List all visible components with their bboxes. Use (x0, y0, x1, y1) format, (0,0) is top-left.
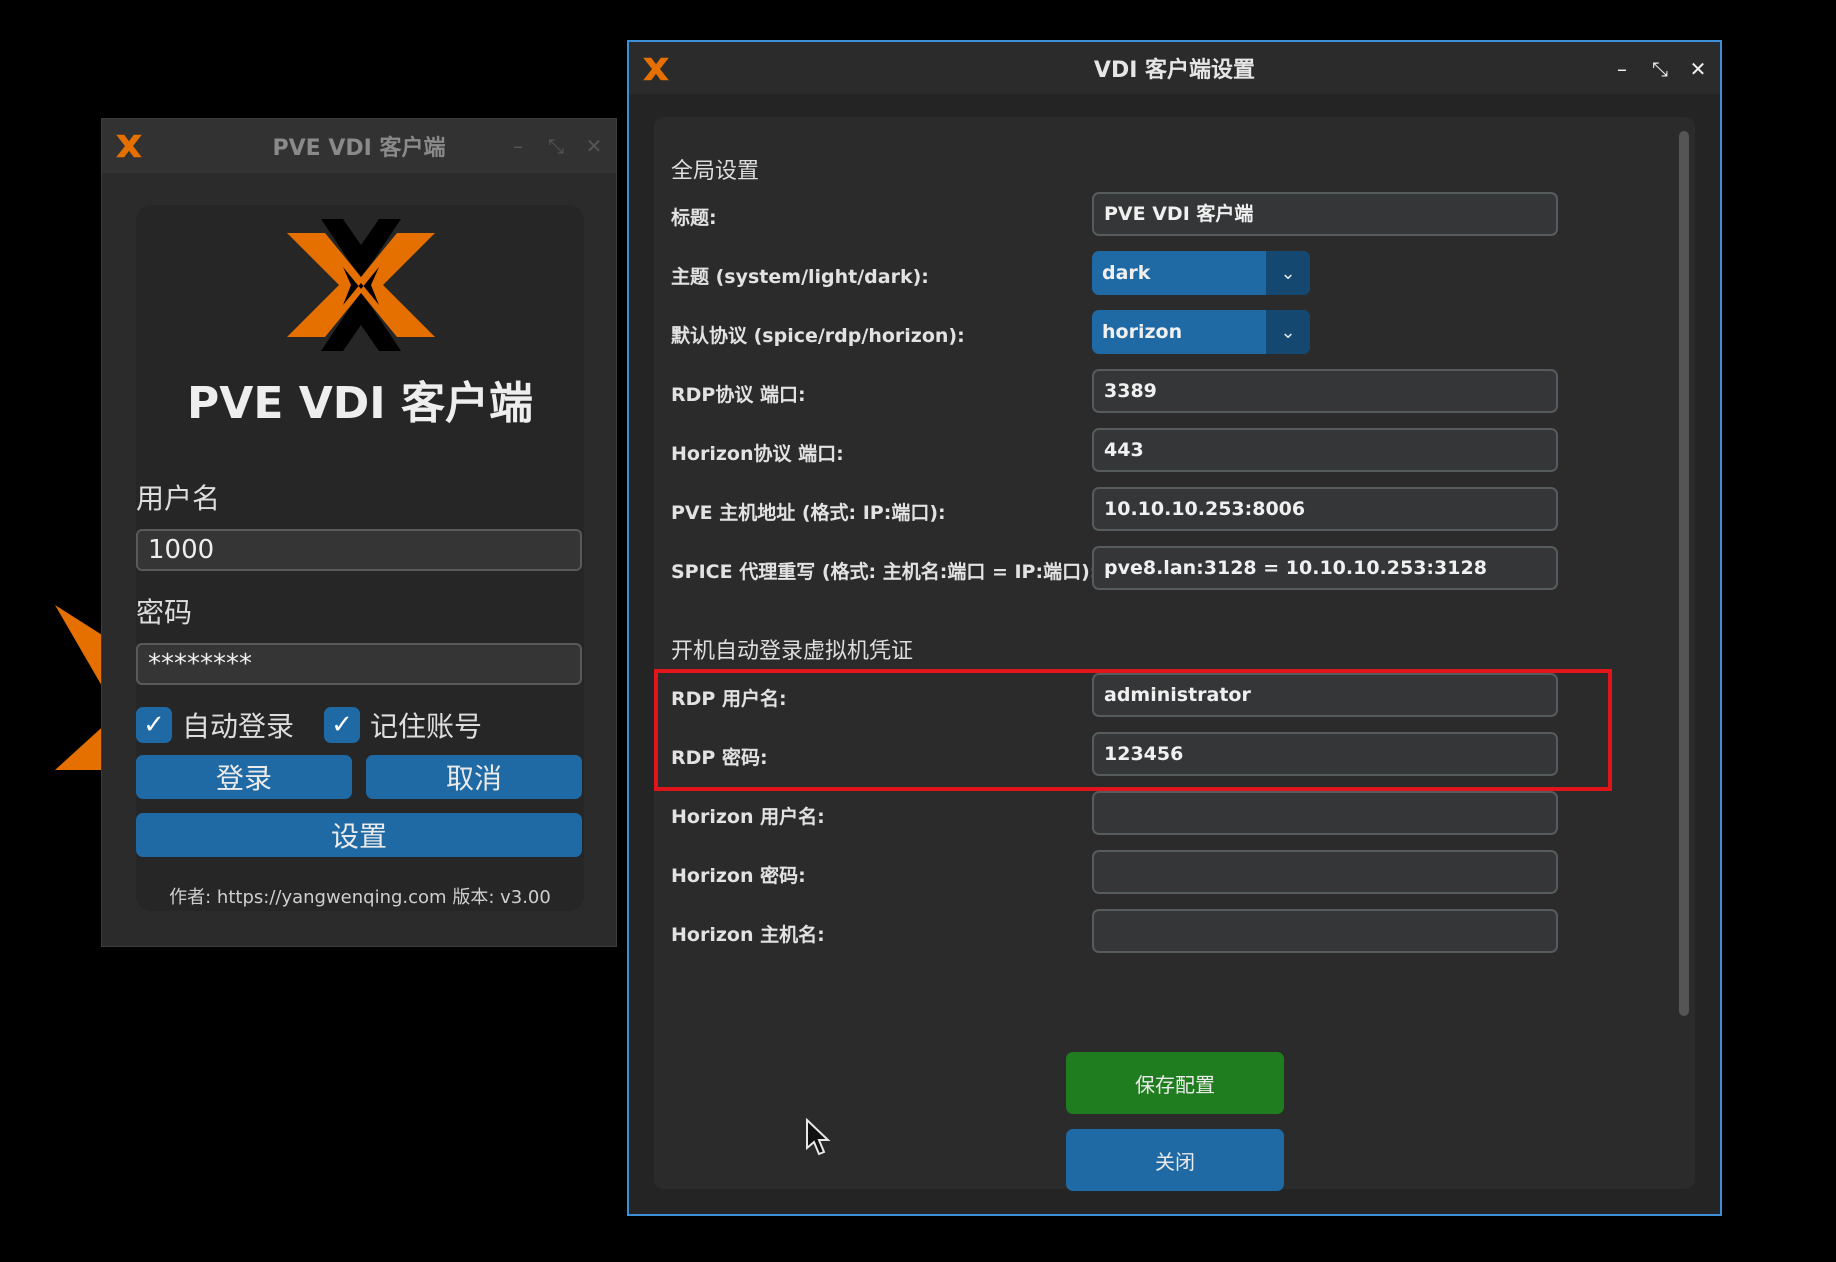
horizon-username-input[interactable] (1092, 791, 1558, 835)
settings-window-title: VDI 客户端设置 (1093, 58, 1256, 83)
horizon-port-input[interactable]: 443 (1092, 428, 1558, 472)
pve-host-label: PVE 主机地址 (格式: IP:端口): (671, 502, 946, 524)
rdp-username-input[interactable]: administrator (1092, 673, 1558, 717)
spice-proxy-input[interactable]: pve8.lan:3128 = 10.10.10.253:3128 (1092, 546, 1558, 590)
spice-proxy-label: SPICE 代理重写 (格式: 主机名:端口 = IP:端口): (671, 561, 1098, 583)
theme-dropdown-value: dark (1102, 262, 1151, 284)
title-input[interactable]: PVE VDI 客户端 (1092, 192, 1558, 236)
author-version-text: 作者: https://yangwenqing.com 版本: v3.00 (169, 887, 551, 908)
rdp-username-label: RDP 用户名: (671, 688, 787, 710)
restore-button[interactable]: ⤡ (1646, 55, 1674, 83)
rdp-port-input[interactable]: 3389 (1092, 369, 1558, 413)
close-button[interactable]: ✕ (1684, 55, 1712, 83)
login-button[interactable]: 登录 (136, 755, 352, 799)
cancel-button[interactable]: 取消 (366, 755, 582, 799)
settings-button[interactable]: 设置 (136, 813, 582, 857)
remember-account-checkbox[interactable]: ✓ (324, 707, 361, 743)
title-label: 标题: (671, 207, 717, 229)
login-card: PVE VDI 客户端 用户名 1000 密码 ******** ✓ 自动登录 … (136, 205, 584, 911)
protocol-label: 默认协议 (spice/rdp/horizon): (671, 325, 965, 347)
username-input[interactable]: 1000 (136, 529, 582, 571)
settings-window: VDI 客户端设置 – ⤡ ✕ 全局设置 标题: PVE VDI 客户端 主题 … (627, 40, 1722, 1216)
password-input[interactable]: ******** (136, 643, 582, 685)
close-button[interactable]: ✕ (580, 132, 608, 160)
theme-dropdown[interactable]: dark ⌄ (1092, 251, 1310, 295)
minimize-button[interactable]: – (504, 132, 532, 160)
settings-scroll-panel: 全局设置 标题: PVE VDI 客户端 主题 (system/light/da… (654, 117, 1695, 1191)
remember-account-label: 记住账号 (370, 710, 483, 743)
restore-button[interactable]: ⤡ (542, 132, 570, 160)
protocol-dropdown-value: horizon (1102, 321, 1183, 343)
auto-login-label: 自动登录 (182, 710, 295, 743)
close-settings-button[interactable]: 关闭 (1066, 1129, 1284, 1191)
password-label: 密码 (136, 596, 193, 629)
protocol-dropdown[interactable]: horizon ⌄ (1092, 310, 1310, 354)
pve-host-input[interactable]: 10.10.10.253:8006 (1092, 487, 1558, 531)
rdp-password-label: RDP 密码: (671, 747, 768, 769)
chevron-down-icon[interactable]: ⌄ (1266, 310, 1310, 354)
mouse-cursor-icon (806, 1118, 831, 1156)
save-config-button[interactable]: 保存配置 (1066, 1052, 1284, 1114)
horizon-password-label: Horizon 密码: (671, 865, 806, 887)
theme-label: 主题 (system/light/dark): (671, 266, 929, 288)
chevron-down-icon[interactable]: ⌄ (1266, 251, 1310, 295)
minimize-button[interactable]: – (1608, 55, 1636, 83)
app-heading: PVE VDI 客户端 (187, 378, 533, 429)
vertical-scrollbar[interactable] (1679, 131, 1689, 1016)
rdp-password-input[interactable]: 123456 (1092, 732, 1558, 776)
rdp-port-label: RDP协议 端口: (671, 384, 806, 406)
horizon-password-input[interactable] (1092, 850, 1558, 894)
login-window: PVE VDI 客户端 – ⤡ ✕ PVE VDI 客户端 用户名 1000 密… (101, 118, 617, 947)
horizon-hostname-label: Horizon 主机名: (671, 924, 825, 946)
global-settings-heading: 全局设置 (671, 159, 760, 184)
horizon-username-label: Horizon 用户名: (671, 806, 825, 828)
login-titlebar: PVE VDI 客户端 – ⤡ ✕ (102, 119, 616, 173)
proxmox-big-logo-icon (287, 219, 435, 351)
username-label: 用户名 (136, 482, 221, 515)
background-logo-fragment (55, 605, 110, 770)
horizon-hostname-input[interactable] (1092, 909, 1558, 953)
settings-titlebar: VDI 客户端设置 – ⤡ ✕ (629, 42, 1720, 94)
horizon-port-label: Horizon协议 端口: (671, 443, 844, 465)
autologin-credentials-heading: 开机自动登录虚拟机凭证 (671, 639, 914, 664)
auto-login-checkbox[interactable]: ✓ (136, 707, 172, 743)
